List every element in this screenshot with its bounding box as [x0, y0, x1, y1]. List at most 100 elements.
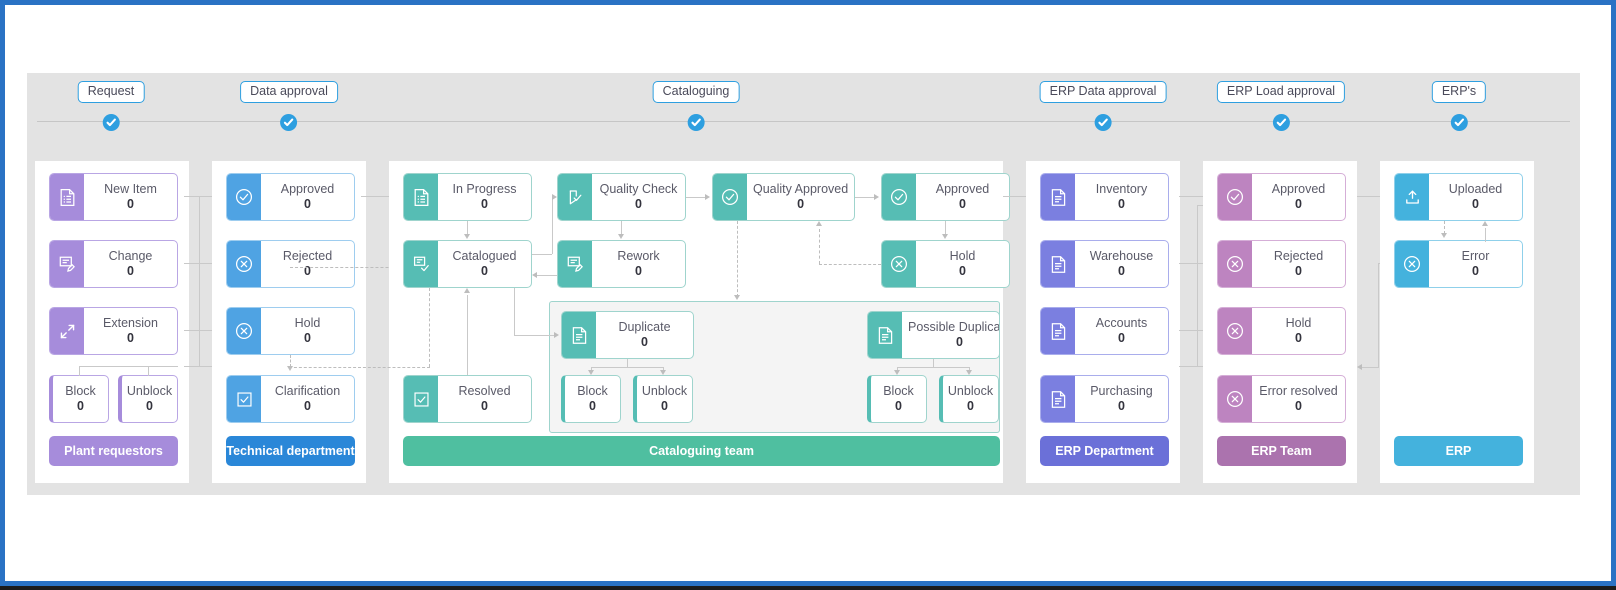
node-approved[interactable]: Approved 0 [881, 173, 1010, 221]
node-block[interactable]: Block 0 [867, 375, 927, 423]
node-clarification[interactable]: Clarification 0 [226, 375, 355, 423]
node-label: Purchasing [1090, 384, 1153, 399]
lane-technical-department: Approved 0 Rejected 0 [212, 161, 366, 483]
node-count: 0 [635, 264, 642, 279]
x-circle-icon [1218, 308, 1252, 354]
node-unblock[interactable]: Unblock 0 [118, 375, 178, 423]
stepper-step-label: Data approval [240, 81, 338, 103]
node-possible-duplicate[interactable]: Possible Duplicate 0 [867, 311, 1000, 359]
x-circle-icon [882, 241, 916, 287]
stepper-step-erps[interactable]: ERP's [1432, 81, 1486, 131]
lane-footer-plant-requestors[interactable]: Plant requestors [49, 436, 178, 466]
node-accounts[interactable]: Accounts 0 [1040, 307, 1169, 355]
node-unblock[interactable]: Unblock 0 [939, 375, 999, 423]
node-rejected[interactable]: Rejected 0 [226, 240, 355, 288]
connector-arrow [554, 332, 559, 338]
node-extension[interactable]: Extension 0 [49, 307, 178, 355]
node-count: 0 [481, 197, 488, 212]
connector-arrow [532, 272, 537, 278]
connector [514, 288, 515, 335]
connector [552, 197, 553, 254]
node-count: 0 [481, 399, 488, 414]
connector-arrow [705, 194, 710, 200]
node-catalogued[interactable]: Catalogued 0 [403, 240, 532, 288]
node-count: 0 [1295, 399, 1302, 414]
node-block[interactable]: Block 0 [561, 375, 621, 423]
stepper-step-label: Request [78, 81, 145, 103]
node-inventory[interactable]: Inventory 0 [1040, 173, 1169, 221]
node-in-progress[interactable]: In Progress 0 [403, 173, 532, 221]
connector [199, 196, 200, 366]
node-count: 0 [1472, 264, 1479, 279]
stepper-step-data-approval[interactable]: Data approval [240, 81, 338, 131]
connector-arrow [874, 194, 879, 200]
connector-dashed [819, 264, 881, 265]
node-unblock[interactable]: Unblock 0 [633, 375, 693, 423]
node-hold[interactable]: Hold 0 [881, 240, 1010, 288]
node-error[interactable]: Error 0 [1394, 240, 1523, 288]
node-count: 0 [641, 335, 648, 350]
node-error-resolved[interactable]: Error resolved 0 [1217, 375, 1346, 423]
check-circle-icon [1218, 174, 1252, 220]
connector-arrow [966, 370, 972, 375]
stepper-step-erp-load-approval[interactable]: ERP Load approval [1217, 81, 1345, 131]
lane-footer-technical-department[interactable]: Technical department [226, 436, 355, 466]
node-new-item[interactable]: New Item 0 [49, 173, 178, 221]
node-label: Accounts [1096, 316, 1147, 331]
document-edit-icon [50, 241, 84, 287]
node-count: 0 [959, 264, 966, 279]
node-approved[interactable]: Approved 0 [226, 173, 355, 221]
node-resolved[interactable]: Resolved 0 [403, 375, 532, 423]
lane-footer-erp-department[interactable]: ERP Department [1040, 436, 1169, 466]
node-label: Duplicate [618, 320, 670, 335]
x-circle-icon [1395, 241, 1429, 287]
connector-arrow [1441, 233, 1447, 238]
connector [933, 359, 934, 367]
node-label: Error [1462, 249, 1490, 264]
x-circle-icon [1218, 376, 1252, 422]
node-uploaded[interactable]: Uploaded 0 [1394, 173, 1523, 221]
connector-arrow [660, 370, 666, 375]
node-quality-approved[interactable]: Quality Approved 0 [712, 173, 855, 221]
node-block[interactable]: Block 0 [49, 375, 109, 423]
lane-footer-erp-team[interactable]: ERP Team [1217, 436, 1346, 466]
node-change[interactable]: Change 0 [49, 240, 178, 288]
stepper-step-cataloguing[interactable]: Cataloguing [653, 81, 740, 131]
checkbox-icon [227, 376, 261, 422]
stepper-step-erp-data-approval[interactable]: ERP Data approval [1040, 81, 1167, 131]
document-lines-icon [868, 312, 902, 358]
node-label: Uploaded [1449, 182, 1503, 197]
node-purchasing[interactable]: Purchasing 0 [1040, 375, 1169, 423]
connector [686, 197, 707, 198]
node-label: Possible Duplicate [908, 320, 1000, 335]
node-label: Extension [103, 316, 158, 331]
expand-arrows-icon [50, 308, 84, 354]
node-duplicate[interactable]: Duplicate 0 [561, 311, 694, 359]
node-label: Unblock [642, 384, 687, 399]
stepper-step-label: ERP's [1432, 81, 1486, 103]
connector [1362, 367, 1379, 368]
connector [1485, 228, 1486, 242]
node-label: New Item [104, 182, 157, 197]
node-hold[interactable]: Hold 0 [226, 307, 355, 355]
node-approved[interactable]: Approved 0 [1217, 173, 1346, 221]
stepper-step-request[interactable]: Request [78, 81, 145, 131]
node-label: Hold [950, 249, 976, 264]
check-circle-icon [227, 174, 261, 220]
page-check-icon [558, 174, 592, 220]
connector [1378, 263, 1379, 367]
lane-footer-cataloguing-team[interactable]: Cataloguing team [403, 436, 1000, 466]
node-count: 0 [895, 399, 902, 414]
check-circle-icon [1095, 114, 1112, 131]
node-hold[interactable]: Hold 0 [1217, 307, 1346, 355]
node-rework[interactable]: Rework 0 [557, 240, 686, 288]
node-rejected[interactable]: Rejected 0 [1217, 240, 1346, 288]
node-warehouse[interactable]: Warehouse 0 [1040, 240, 1169, 288]
node-quality-check[interactable]: Quality Check 0 [557, 173, 686, 221]
node-count: 0 [304, 399, 311, 414]
connector-dashed [289, 367, 430, 368]
connector [467, 221, 468, 235]
lane-erp-department: Inventory 0 Warehouse 0 [1026, 161, 1180, 483]
document-check-icon [404, 241, 438, 287]
lane-footer-erp[interactable]: ERP [1394, 436, 1523, 466]
